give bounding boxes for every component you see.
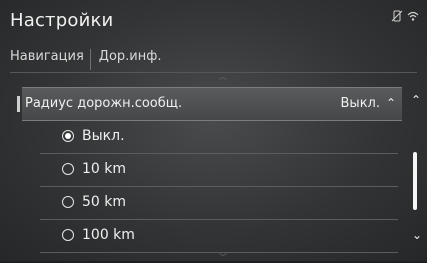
page-title: Настройки (10, 10, 114, 31)
status-icons (391, 10, 419, 24)
option-label: 10 km (82, 161, 127, 177)
scrollbar[interactable] (413, 118, 417, 224)
row-marker (17, 96, 20, 112)
radio-icon (62, 196, 74, 208)
breadcrumb-navigation[interactable]: Навигация (10, 49, 90, 70)
option-100km[interactable]: 100 km (40, 220, 398, 253)
no-phone-icon (391, 10, 403, 24)
option-50km[interactable]: 50 km (40, 187, 398, 220)
setting-label: Радиус дорожн.сообщ. (25, 96, 183, 111)
scroll-up-hint-icon: ︿ (219, 72, 227, 81)
option-10km[interactable]: 10 km (40, 154, 398, 187)
wifi-icon (407, 10, 419, 24)
radio-selected-icon (62, 130, 74, 142)
screen: Настройки Навигация Дор.инф. ︿ Радиус до… (0, 0, 427, 262)
settings-list: Радиус дорожн.сообщ. Выкл. ⌃ Выкл. 10 km… (17, 87, 402, 253)
option-label: 100 km (82, 227, 135, 243)
option-label: Выкл. (82, 128, 125, 144)
option-label: 50 km (82, 194, 127, 210)
scroll-thumb[interactable] (413, 152, 417, 210)
header-divider (10, 72, 417, 73)
radio-icon (62, 163, 74, 175)
chevron-up-icon: ⌃ (385, 96, 396, 110)
scroll-up-chevron-icon[interactable]: ⌃ (411, 93, 421, 107)
option-off[interactable]: Выкл. (40, 121, 398, 154)
setting-value: Выкл. (340, 96, 380, 111)
traffic-radius-setting-row[interactable]: Радиус дорожн.сообщ. Выкл. ⌃ (17, 87, 402, 121)
scroll-down-hint-icon: ﹀ (219, 253, 227, 262)
radio-icon (62, 229, 74, 241)
breadcrumb-traffic-info[interactable]: Дор.инф. (89, 49, 168, 70)
scroll-down-chevron-icon[interactable]: ⌄ (412, 228, 422, 242)
breadcrumb: Навигация Дор.инф. (10, 49, 167, 70)
